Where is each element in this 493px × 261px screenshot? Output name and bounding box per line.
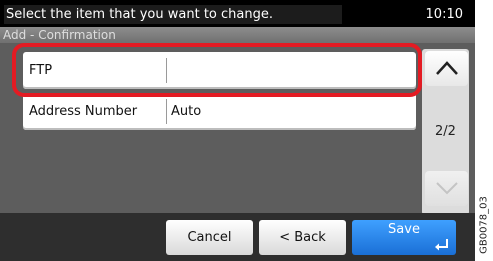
scroll-up-button[interactable] [425,51,468,86]
message-bar: Select the item that you want to change.… [0,0,475,27]
save-button-label: Save [388,222,420,237]
screen-title: Add - Confirmation [0,27,475,43]
list-item-label: FTP [29,63,53,78]
chevron-up-icon [436,61,458,75]
list-item-value: Auto [171,104,202,119]
column-divider [166,58,167,83]
list-item-ftp[interactable]: FTP [23,52,416,89]
instruction-message: Select the item that you want to change. [4,5,342,24]
content-area: FTP Address Number Auto 2/2 [0,43,475,215]
list-item-label: Address Number [29,104,138,119]
save-button[interactable]: Save [352,220,456,255]
back-button[interactable]: < Back [259,220,346,255]
page-indicator: 2/2 [435,124,456,139]
chevron-down-icon [436,182,458,195]
scroll-down-button[interactable] [425,171,468,206]
bottom-bar: Cancel < Back Save [0,213,475,261]
cancel-button[interactable]: Cancel [166,220,253,255]
image-code-label: GB0078_03 [476,195,493,255]
column-divider [166,99,167,124]
clock: 10:10 [425,7,463,22]
list-item-address-number[interactable]: Address Number Auto [23,93,416,130]
panel-screen: Select the item that you want to change.… [0,0,475,261]
enter-icon [435,239,448,251]
image-code-text: GB0078_03 [478,196,490,254]
